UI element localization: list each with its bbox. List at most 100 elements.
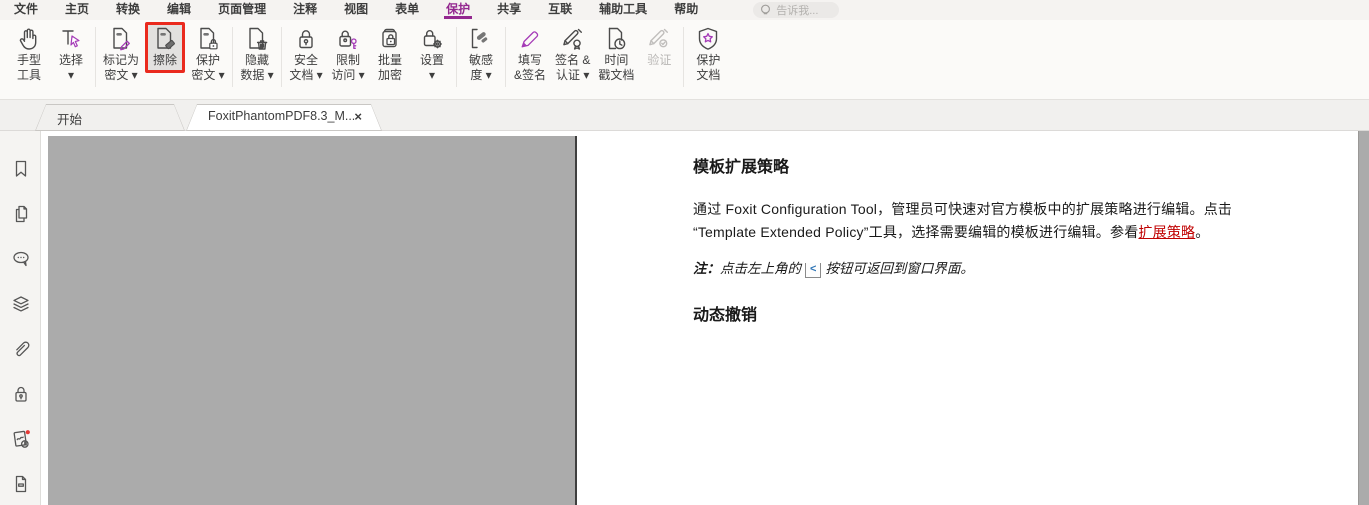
search-placeholder: 告诉我...	[776, 2, 818, 18]
hand-tool-label2: 工具	[17, 68, 41, 83]
mark-redaction-icon	[107, 25, 135, 53]
extended-policy-link[interactable]: 扩展策略	[1138, 224, 1195, 240]
sidebar-attachments-button[interactable]	[0, 326, 41, 371]
menu-tab-help[interactable]: 帮助	[674, 0, 698, 20]
timestamp-icon	[602, 25, 630, 53]
fill-sign-icon	[516, 25, 544, 53]
batch-encrypt-button[interactable]: 批量 加密	[370, 23, 410, 87]
menu-tab-accessibility[interactable]: 辅助工具	[599, 0, 647, 20]
select-button[interactable]: 选择 ▾	[51, 23, 91, 87]
tab-document-label: FoxitPhantomPDF8.3_M...	[208, 109, 355, 123]
menu-tab-edit[interactable]: 编辑	[167, 0, 191, 20]
sensitivity-label: 敏感	[469, 53, 493, 68]
doc-paragraph-line1: 通过 Foxit Configuration Tool，管理员可快速对官方模板中…	[693, 199, 1232, 219]
hidden-data-label: 隐藏	[245, 53, 269, 68]
protect-document-icon	[694, 25, 722, 53]
hand-tool-button[interactable]: 手型 工具	[9, 23, 49, 87]
mark-redaction-label: 标记为	[103, 53, 139, 68]
menu-tab-home[interactable]: 主页	[65, 0, 89, 20]
restrict-access-label2: 访问 ▾	[331, 68, 364, 83]
tell-me-search[interactable]: 告诉我...	[753, 2, 839, 18]
menu-tab-connect[interactable]: 互联	[548, 0, 572, 20]
security-settings-caret: ▾	[429, 68, 435, 83]
sidebar-bookmarks-button[interactable]	[0, 146, 41, 191]
timestamp-label2: 戳文档	[598, 68, 634, 83]
secure-document-icon	[292, 25, 320, 53]
doc-paragraph-line2-end: 。	[1195, 224, 1209, 240]
sensitivity-button[interactable]: 敏感 度 ▾	[461, 23, 501, 87]
menu-tab-form[interactable]: 表单	[395, 0, 419, 20]
protect-redaction-label2: 密文 ▾	[191, 68, 224, 83]
protect-redaction-button[interactable]: 保护 密文 ▾	[188, 23, 228, 87]
ribbon-separator	[456, 27, 457, 87]
fill-sign-label2: &签名	[514, 68, 546, 83]
mark-for-redaction-button[interactable]: 标记为 密文 ▾	[100, 23, 142, 87]
select-text-icon	[57, 25, 85, 53]
menu-tab-comment[interactable]: 注释	[293, 0, 317, 20]
verify-button[interactable]: 验证	[639, 23, 679, 72]
page-image-region	[48, 136, 577, 505]
layers-icon	[10, 293, 32, 315]
attachment-icon	[10, 338, 32, 360]
secure-document-label: 安全	[294, 53, 318, 68]
restrict-access-icon	[334, 25, 362, 53]
note-text-before: 点击左上角的	[720, 261, 801, 276]
sidebar-fields-button[interactable]	[0, 461, 41, 505]
fill-sign-button[interactable]: 填写 &签名	[510, 23, 550, 87]
mark-redaction-label2: 密文 ▾	[104, 68, 137, 83]
batch-encrypt-label2: 加密	[378, 68, 402, 83]
menu-tab-share[interactable]: 共享	[497, 0, 521, 20]
secure-document-button[interactable]: 安全 文档 ▾	[286, 23, 326, 87]
sign-certify-button[interactable]: 签名 & 认证 ▾	[552, 23, 593, 87]
hidden-data-button[interactable]: 隐藏 数据 ▾	[237, 23, 277, 87]
doc-heading-dynamic-revocation: 动态撤销	[693, 301, 757, 325]
menu-tab-view[interactable]: 视图	[344, 0, 368, 20]
pages-icon	[10, 203, 32, 225]
ribbon-separator	[683, 27, 684, 87]
tab-document[interactable]: FoxitPhantomPDF8.3_M... ×	[186, 104, 382, 131]
sign-certify-label2: 认证 ▾	[556, 68, 589, 83]
security-settings-button[interactable]: 设置 ▾	[412, 23, 452, 87]
erase-button[interactable]: 擦除	[145, 22, 185, 73]
field-page-icon	[10, 473, 32, 495]
note-prefix: 注：	[693, 261, 720, 276]
protect-redaction-icon	[194, 25, 222, 53]
sign-certify-icon	[559, 25, 587, 53]
digital-signature-icon	[9, 427, 33, 451]
menu-tab-convert[interactable]: 转换	[116, 0, 140, 20]
select-label: 选择	[59, 53, 83, 68]
select-caret: ▾	[68, 68, 74, 83]
restrict-access-button[interactable]: 限制 访问 ▾	[328, 23, 368, 87]
erase-icon	[151, 25, 179, 53]
batch-encrypt-label: 批量	[378, 53, 402, 68]
menu-tab-protect[interactable]: 保护	[446, 0, 470, 20]
close-icon[interactable]: ×	[354, 109, 362, 124]
protect-document-button[interactable]: 保护 文档	[688, 23, 728, 87]
sidebar-layers-button[interactable]	[0, 281, 41, 326]
hand-tool-label: 手型	[17, 53, 41, 68]
sidebar-security-button[interactable]	[0, 371, 41, 416]
sidebar-digital-signatures-button[interactable]	[0, 416, 41, 461]
verify-icon	[645, 25, 673, 53]
comments-icon	[10, 248, 32, 270]
protect-document-label: 保护	[696, 53, 720, 68]
security-icon	[10, 383, 32, 405]
sidebar-pages-button[interactable]	[0, 191, 41, 236]
document-tab-bar: 开始 FoxitPhantomPDF8.3_M... ×	[0, 100, 1369, 131]
back-button-glyph-icon: <	[805, 263, 821, 278]
timestamp-document-button[interactable]: 时间 戳文档	[595, 23, 637, 87]
hidden-data-icon	[243, 25, 271, 53]
batch-encrypt-icon	[376, 25, 404, 53]
menu-tab-organize[interactable]: 页面管理	[218, 0, 266, 20]
doc-paragraph-line2: “Template Extended Policy”工具，选择需要编辑的模板进行…	[693, 222, 1209, 242]
restrict-access-label: 限制	[336, 53, 360, 68]
menu-tab-file[interactable]: 文件	[14, 0, 38, 20]
tab-start[interactable]: 开始	[35, 104, 185, 131]
sidebar-comments-button[interactable]	[0, 236, 41, 281]
protect-document-label2: 文档	[696, 68, 720, 83]
vertical-scrollbar[interactable]	[1358, 131, 1369, 505]
sensitivity-icon	[467, 25, 495, 53]
tab-start-label: 开始	[57, 109, 82, 128]
doc-heading-template-policy: 模板扩展策略	[693, 153, 789, 177]
notification-badge	[25, 430, 29, 434]
